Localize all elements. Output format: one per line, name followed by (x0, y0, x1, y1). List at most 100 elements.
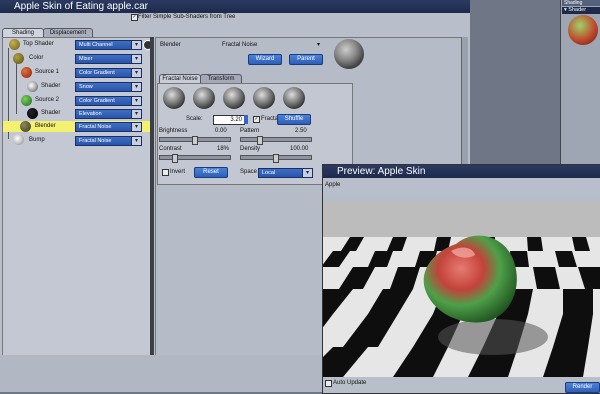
chevron-down-icon: ▾ (131, 69, 141, 77)
wizard-button[interactable]: Wizard (248, 54, 282, 65)
slider-knob[interactable] (172, 154, 178, 163)
render-button-label: Render (572, 384, 593, 390)
bump-select[interactable]: Fractal Noise ▾ (75, 136, 142, 146)
blender-ball (20, 121, 31, 132)
preset-thumb-1[interactable] (163, 87, 185, 109)
chevron-down-icon: ▾ (302, 169, 312, 177)
chevron-down-icon: ▾ (131, 83, 141, 91)
slider-knob[interactable] (257, 136, 263, 145)
blender-value: Fractal Noise (79, 124, 112, 130)
shader2-label: Shader (41, 110, 61, 116)
density-label: Density (240, 146, 261, 152)
wizard-button-label: Wizard (255, 56, 275, 62)
editor-shader-name: Blender (160, 42, 181, 48)
color-value: Mixer (79, 56, 93, 62)
elevation-shader-ball (27, 108, 38, 119)
window-titlebar[interactable]: Apple Skin of Eating apple.car (0, 0, 470, 13)
contrast-value: 18% (217, 146, 230, 152)
color-ball (13, 53, 24, 64)
bump-value: Fractal Noise (79, 138, 112, 144)
apple-shadow (438, 319, 548, 355)
scale-value: 3.20 (230, 117, 242, 123)
brightness-slider[interactable] (159, 136, 231, 145)
top-shader-value: Multi Channel (79, 42, 113, 48)
shader2-value: Elevation (79, 111, 102, 117)
scale-label: Scale: (186, 116, 203, 122)
tree-line (16, 62, 17, 114)
tab-transform-label: Transform (207, 76, 235, 82)
preset-thumb-4[interactable] (253, 87, 275, 109)
panel-splitter[interactable] (150, 37, 154, 355)
chevron-down-icon: ▾ (131, 137, 141, 145)
scale-stepper[interactable] (244, 115, 248, 124)
shader1-label: Shader (41, 83, 61, 89)
auto-update-checkbox[interactable] (325, 380, 332, 387)
chevron-down-icon: ▾ (131, 97, 141, 105)
right-tab-shading-label: Shading (564, 0, 583, 6)
color-select[interactable]: Mixer ▾ (75, 54, 142, 64)
chevron-down-icon: ▾ (131, 110, 141, 118)
source2-select[interactable]: Color Gradient ▾ (75, 96, 142, 106)
chevron-down-icon: ▾ (131, 123, 141, 131)
top-shader-select[interactable]: Multi Channel ▾ (75, 40, 142, 50)
editor-preview-ball (334, 39, 364, 69)
right-tab-shader-label: Shader (568, 7, 587, 13)
preset-thumb-2[interactable] (193, 87, 215, 109)
right-tab-shader[interactable]: ▾ Shader (562, 7, 600, 14)
filter-checkbox[interactable]: ✓ (131, 14, 138, 21)
preview-title: Preview: Apple Skin (337, 166, 426, 177)
preview-render[interactable] (323, 189, 600, 377)
brightness-label: Brightness (159, 128, 188, 134)
shuffle-button-label: Shuffle (284, 116, 304, 122)
pattern-label: Pattern (240, 128, 260, 134)
slider-knob[interactable] (192, 136, 198, 145)
blender-select[interactable]: Fractal Noise ▾ (75, 122, 142, 132)
source1-value: Color Gradient (79, 70, 115, 76)
color-label: Color (29, 55, 44, 61)
space-select[interactable]: Local ▾ (258, 168, 313, 178)
chevron-down-icon: ▾ (131, 41, 141, 49)
tab-fractal-label: Fractal Noise (162, 76, 198, 82)
source2-label: Source 2 (35, 97, 60, 103)
density-slider[interactable] (240, 154, 312, 163)
tab-displacement-label: Displacement (49, 30, 87, 36)
filter-label: Filter Simple Sub-Shaders from Tree (138, 14, 236, 20)
slider-knob[interactable] (273, 154, 279, 163)
tab-shading-label: Shading (11, 30, 35, 36)
source2-value: Color Gradient (79, 98, 115, 104)
source1-select[interactable]: Color Gradient ▾ (75, 68, 142, 78)
scale-input[interactable]: 3.20 (213, 115, 245, 125)
contrast-slider[interactable] (159, 154, 231, 163)
brightness-value: 0.00 (215, 128, 227, 134)
right-tab-shading[interactable]: Shading (562, 0, 600, 6)
preset-thumb-5[interactable] (283, 87, 305, 109)
window-title: Apple Skin of Eating apple.car (14, 1, 148, 12)
source1-ball (21, 67, 32, 78)
density-value: 100.00 (290, 146, 309, 152)
preset-thumb-3[interactable] (223, 87, 245, 109)
source1-label: Source 1 (35, 69, 60, 75)
snow-shader-ball (27, 81, 38, 92)
fractal-checkbox[interactable]: ✓ (253, 116, 260, 123)
shuffle-button[interactable]: Shuffle (277, 114, 311, 125)
parent-button-label: Parent (297, 56, 315, 62)
top-shader-ball (9, 39, 20, 50)
contrast-label: Contrast (159, 146, 182, 152)
preview-titlebar[interactable]: Preview: Apple Skin (323, 165, 600, 178)
chevron-down-icon: ▾ (131, 55, 141, 63)
space-label: Space (240, 169, 258, 175)
shader2-select[interactable]: Elevation ▾ (75, 109, 142, 119)
preview-object-label: Apple (325, 182, 341, 188)
bump-ball (13, 134, 24, 145)
chevron-down-icon[interactable]: ▾ (317, 41, 320, 48)
parent-button[interactable]: Parent (289, 54, 323, 65)
shader1-select[interactable]: Snow ▾ (75, 82, 142, 92)
source2-ball (21, 95, 32, 106)
reset-button[interactable]: Reset (194, 167, 228, 178)
invert-checkbox[interactable] (162, 169, 169, 176)
pattern-value: 2.50 (295, 128, 307, 134)
render-button[interactable]: Render (565, 382, 600, 393)
pattern-slider[interactable] (240, 136, 312, 145)
bump-label: Bump (29, 137, 45, 143)
space-value: Local (262, 170, 276, 176)
